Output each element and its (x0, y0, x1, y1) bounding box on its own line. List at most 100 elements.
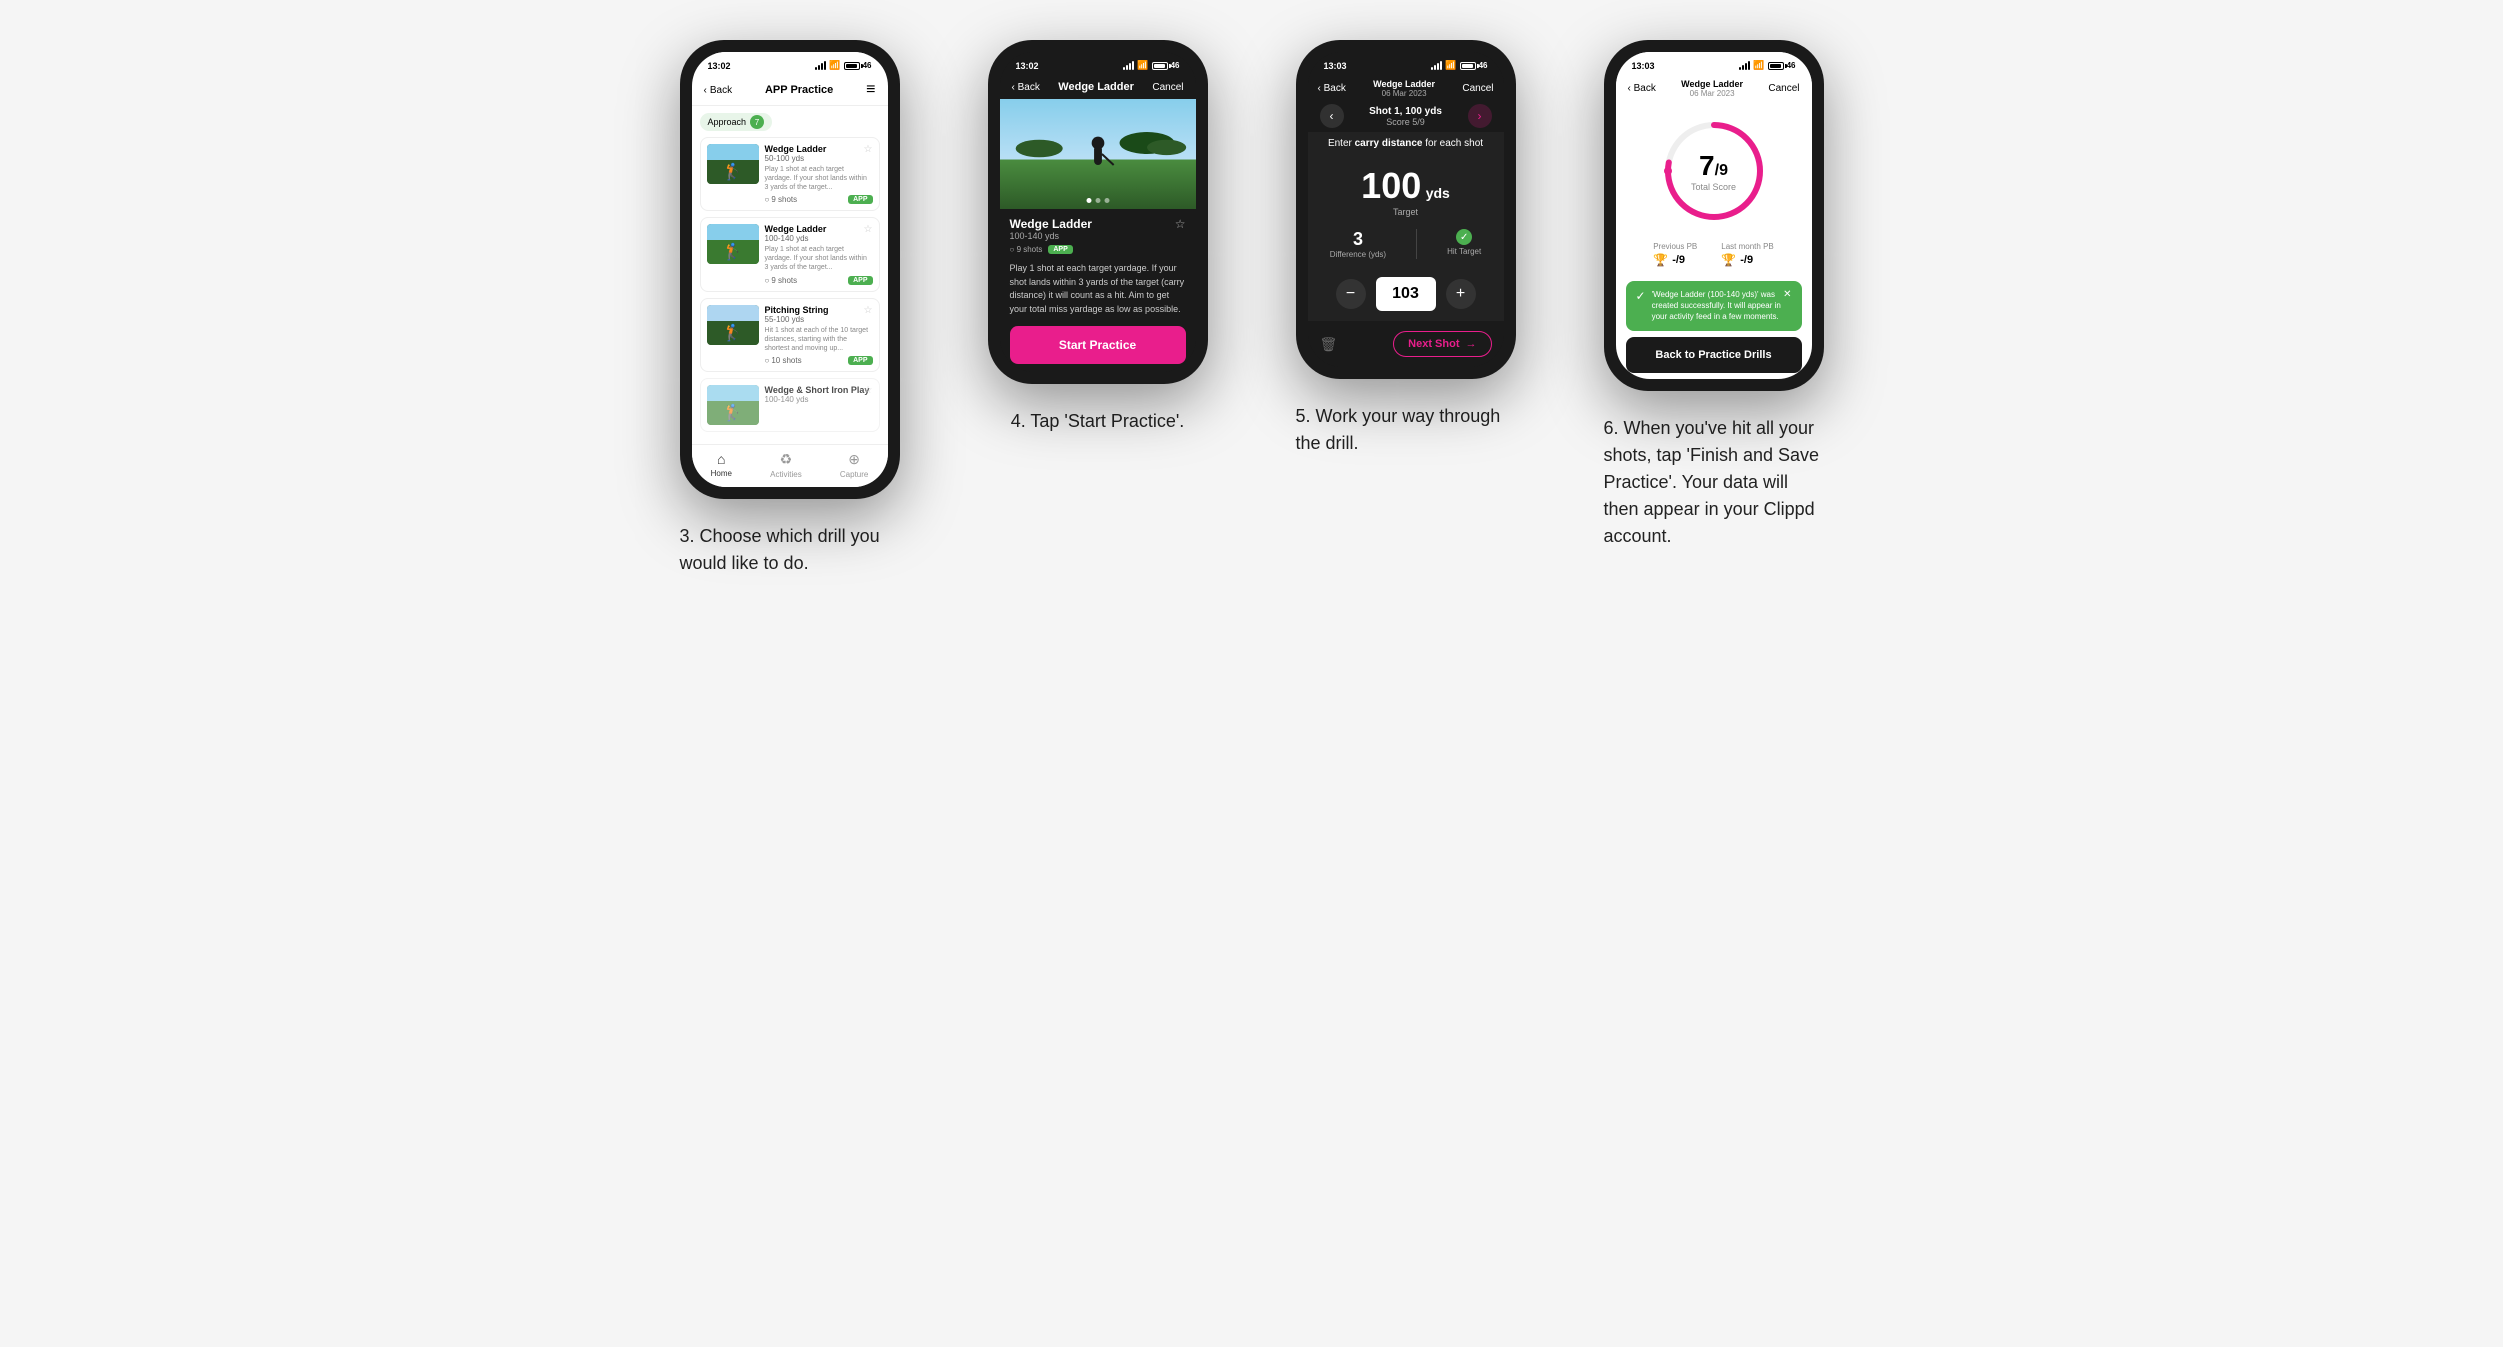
phone4-battery (1152, 62, 1168, 70)
pb-row: Previous PB 🏆 -/9 Last month PB 🏆 -/9 (1616, 234, 1812, 275)
bookmark-icon-3[interactable]: ☆ (864, 305, 873, 316)
home-icon: ⌂ (717, 451, 725, 467)
signal-bar-2 (1742, 65, 1744, 70)
phone3-caption: 3. Choose which drill you would like to … (680, 523, 900, 577)
carry-input[interactable]: 103 (1376, 277, 1436, 311)
arrow-right-icon: → (1466, 338, 1477, 350)
bookmark-icon-1[interactable]: ☆ (864, 144, 873, 155)
phone5-status-bar: 13:03 📶 46 (1308, 52, 1504, 75)
target-label: Target (1308, 207, 1504, 217)
trophy-icon-1: 🏆 (1653, 253, 1668, 267)
score-denominator: 9 (1719, 162, 1728, 179)
drill-name-area: Wedge Ladder 100-140 yds (1010, 217, 1092, 241)
phone5-status-icons: 📶 46 (1431, 60, 1487, 71)
drill-info-4: Wedge & Short Iron Play 100-140 yds (765, 385, 873, 425)
phone3-screen: 13:02 📶 46 (692, 52, 888, 487)
battery-label: 46 (1787, 61, 1796, 70)
drill-item-3[interactable]: 🏌️ Pitching String 55-100 yds Hit 1 shot… (700, 298, 880, 372)
menu-icon[interactable]: ≡ (866, 81, 875, 99)
phone5-screen: 13:03 📶 46 (1308, 52, 1504, 367)
nav-activities[interactable]: ♻ Activities (770, 451, 802, 479)
previous-pb-number: -/9 (1672, 254, 1685, 266)
battery-fill (1770, 64, 1781, 68)
phone6-battery (1768, 62, 1784, 70)
phone4-bookmark-icon[interactable]: ☆ (1175, 217, 1186, 231)
next-shot-label: Next Shot (1408, 338, 1459, 350)
phone5-back-button[interactable]: ‹ Back (1318, 83, 1346, 94)
phone4-back-button[interactable]: ‹ Back (1012, 82, 1040, 93)
phone5-nav-title: Wedge Ladder (1373, 79, 1435, 89)
minus-button[interactable]: − (1336, 279, 1366, 309)
signal-bar-3 (1437, 63, 1439, 70)
score-total-label: Total Score (1691, 182, 1736, 192)
drill-yards-3: 55-100 yds (765, 315, 873, 324)
phone5-section: 13:03 📶 46 (1268, 40, 1544, 457)
phone5-cancel-button[interactable]: Cancel (1462, 83, 1493, 94)
signal-bar-4 (1132, 61, 1134, 70)
score-fraction: 7/9 (1691, 150, 1736, 182)
start-practice-button[interactable]: Start Practice (1010, 326, 1186, 364)
phone6-status-icons: 📶 46 (1739, 60, 1795, 71)
trophy-icon-2: 🏆 (1721, 253, 1736, 267)
drill-meta-3: ○ 10 shots APP (765, 356, 873, 365)
prev-shot-button[interactable]: ‹ (1320, 104, 1344, 128)
signal-bar-2 (818, 65, 820, 70)
drill-item-4[interactable]: 🏌️ Wedge & Short Iron Play 100-140 yds ☆ (700, 378, 880, 432)
previous-pb: Previous PB 🏆 -/9 (1653, 242, 1697, 267)
phone6-back-button[interactable]: ‹ Back (1628, 83, 1656, 94)
target-unit: yds (1426, 185, 1450, 201)
bookmark-icon-2[interactable]: ☆ (864, 224, 873, 235)
drill-yards-2: 100-140 yds (765, 234, 873, 243)
golfer-icon-1: 🏌️ (723, 162, 743, 182)
phone5-signal (1431, 62, 1442, 70)
toast-message: 'Wedge Ladder (100-140 yds)' was created… (1652, 289, 1784, 323)
battery-label: 46 (1171, 61, 1180, 70)
nav-home[interactable]: ⌂ Home (711, 451, 732, 478)
drill-desc-1: Play 1 shot at each target yardage. If y… (765, 165, 873, 192)
thumb-scene-4: 🏌️ (707, 385, 759, 425)
phone4-section: 13:02 📶 46 (960, 40, 1236, 435)
phone4-shots-count: ○ 9 shots (1010, 245, 1043, 254)
phone4-golf-image (1000, 99, 1196, 209)
phone6-screen: 13:03 📶 46 (1616, 52, 1812, 379)
bookmark-icon-4[interactable]: ☆ (864, 385, 873, 396)
signal-bar-3 (821, 63, 823, 70)
shot-label: Shot 1, 100 yds (1369, 106, 1442, 117)
phone6-cancel-button[interactable]: Cancel (1768, 83, 1799, 94)
lastmonth-pb: Last month PB 🏆 -/9 (1721, 242, 1773, 267)
back-to-drills-button[interactable]: Back to Practice Drills (1626, 337, 1802, 373)
drill-meta-2: ○ 9 shots APP (765, 276, 873, 285)
golf-scene-svg (1000, 99, 1196, 209)
home-label: Home (711, 469, 732, 478)
score-numerator: 7 (1699, 150, 1715, 181)
dot-1 (1086, 198, 1091, 203)
plus-button[interactable]: + (1446, 279, 1476, 309)
shot-info: Shot 1, 100 yds Score 5/9 (1369, 106, 1442, 127)
drill-item-2[interactable]: 🏌️ Wedge Ladder 100-140 yds Play 1 shot … (700, 217, 880, 291)
delete-shot-button[interactable]: 🗑 (1320, 336, 1338, 353)
phone3-back-button[interactable]: ‹ Back (704, 85, 733, 96)
thumb-scene-2: 🏌️ (707, 224, 759, 264)
phone4-cancel-button[interactable]: Cancel (1152, 82, 1183, 93)
score-text: 7/9 Total Score (1691, 150, 1736, 192)
phone4-nav-bar: ‹ Back Wedge Ladder Cancel (1000, 75, 1196, 99)
golfer-icon-3: 🏌️ (723, 323, 743, 343)
next-shot-button[interactable]: Next Shot → (1393, 331, 1491, 357)
next-shot-arrow-button[interactable]: › (1468, 104, 1492, 128)
phone4-app-badge: APP (1048, 245, 1072, 254)
nav-capture[interactable]: ⊕ Capture (840, 451, 868, 479)
carry-bold: carry distance (1355, 138, 1423, 149)
signal-bar-4 (824, 61, 826, 70)
battery-fill (1462, 64, 1473, 68)
phone3-bottom-nav: ⌂ Home ♻ Activities ⊕ Capture (692, 444, 888, 487)
phone5-caption: 5. Work your way through the drill. (1296, 403, 1516, 457)
drill-item-1[interactable]: 🏌️ Wedge Ladder 50-100 yds Play 1 shot a… (700, 137, 880, 211)
phone5-nav-center: Wedge Ladder 06 Mar 2023 (1373, 79, 1435, 98)
phone4-status-icons: 📶 46 (1123, 60, 1179, 71)
toast-content: ✓ 'Wedge Ladder (100-140 yds)' was creat… (1636, 289, 1784, 323)
signal-bar-3 (1745, 63, 1747, 70)
drill-desc-3: Hit 1 shot at each of the 10 target dist… (765, 326, 873, 353)
phone4-screen: 13:02 📶 46 (1000, 52, 1196, 372)
lastmonth-pb-value: 🏆 -/9 (1721, 253, 1773, 267)
toast-close-button[interactable]: ✕ (1783, 289, 1791, 300)
